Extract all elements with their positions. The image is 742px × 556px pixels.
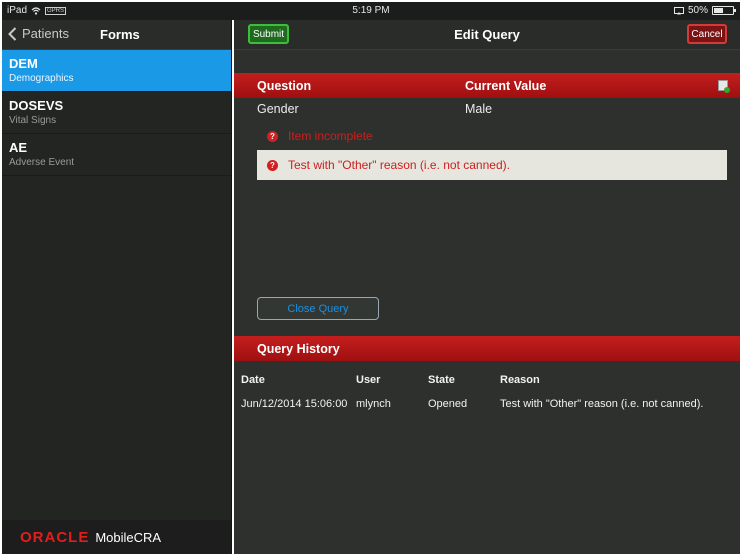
message-text: Test with "Other" reason (i.e. not canne… (288, 158, 510, 172)
product-name: MobileCRA (95, 529, 162, 545)
history-reason: Test with "Other" reason (i.e. not canne… (500, 398, 704, 410)
history-state: Opened (428, 398, 468, 410)
sidebar-nav-bar: Patients Forms (2, 20, 231, 50)
back-to-patients-button[interactable]: Patients (8, 26, 69, 41)
page-title: Edit Query (454, 27, 520, 42)
message-text: Item incomplete (288, 129, 373, 143)
forms-sidebar: Patients Forms DEM Demographics DOSEVS V… (2, 20, 232, 554)
question-table-header: Question Current Value (234, 73, 740, 98)
sidebar-title: Forms (100, 27, 140, 42)
form-item-dosevs[interactable]: DOSEVS Vital Signs (2, 92, 231, 134)
close-query-button[interactable]: Close Query (257, 297, 379, 320)
brand-footer: ORACLE MobileCRA (2, 520, 231, 554)
form-item-dem[interactable]: DEM Demographics (2, 50, 231, 92)
battery-icon (712, 6, 736, 15)
form-description: Adverse Event (9, 157, 75, 168)
add-document-icon[interactable] (718, 80, 730, 93)
column-header-user: User (356, 374, 381, 386)
screen-mirror-icon (673, 6, 684, 14)
status-time: 5:19 PM (352, 5, 390, 16)
question-cell: Gender (257, 102, 299, 116)
column-header-reason: Reason (500, 374, 540, 386)
history-user: mlynch (356, 398, 391, 410)
form-description: Demographics (9, 73, 74, 84)
form-description: Vital Signs (9, 115, 57, 126)
form-code: AE (9, 140, 28, 155)
column-header-date: Date (241, 374, 265, 386)
edit-query-panel: Submit Edit Query Cancel Question Curren… (234, 20, 740, 554)
chevron-left-icon (8, 26, 17, 41)
main-nav-bar: Submit Edit Query Cancel (234, 20, 740, 50)
value-cell: Male (465, 102, 493, 116)
battery-level (714, 8, 723, 13)
column-header-question: Question (257, 78, 312, 93)
history-date: Jun/12/2014 15:06:00 (241, 398, 348, 410)
oracle-logo: ORACLE (20, 528, 90, 546)
back-label: Patients (22, 26, 69, 41)
status-right: 50% (673, 5, 736, 16)
query-message-selected[interactable]: ? Test with "Other" reason (i.e. not can… (257, 150, 727, 180)
question-icon: ? (267, 159, 278, 171)
query-history-header: Query History (234, 336, 740, 361)
battery-percent: 50% (687, 5, 708, 16)
column-header-state: State (428, 374, 455, 386)
status-bar: iPad GPRS 5:19 PM 50% (2, 2, 740, 20)
form-code: DOSEVS (9, 98, 64, 113)
question-icon: ? (267, 130, 278, 142)
cancel-button[interactable]: Cancel (687, 24, 727, 44)
query-message-item[interactable]: ? Item incomplete (257, 121, 727, 151)
form-item-ae[interactable]: AE Adverse Event (2, 134, 231, 176)
column-header-current-value: Current Value (465, 78, 547, 93)
query-history-title: Query History (257, 341, 340, 356)
form-code: DEM (9, 56, 38, 71)
